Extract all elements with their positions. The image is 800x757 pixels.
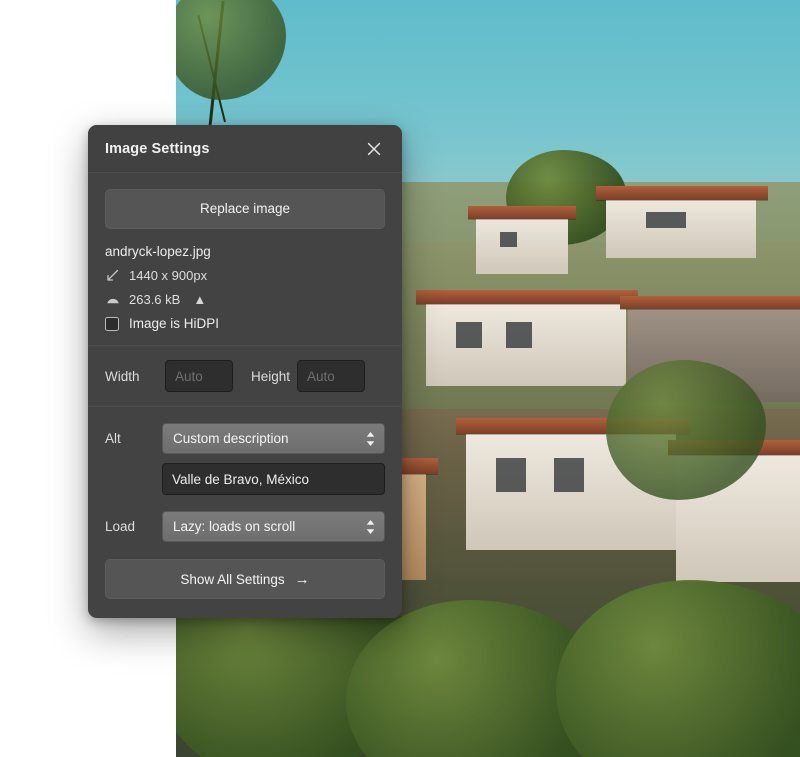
panel-title: Image Settings xyxy=(105,140,210,157)
arrow-right-icon: → xyxy=(294,570,310,588)
file-name: andryck-lopez.jpg xyxy=(105,244,211,259)
load-label: Load xyxy=(105,519,136,534)
replace-image-button[interactable]: Replace image xyxy=(105,189,385,229)
file-size-row: 263.6 kB ▲ xyxy=(105,290,385,309)
image-settings-panel: Image Settings Replace image andryck-lop… xyxy=(88,125,402,618)
window xyxy=(554,458,584,492)
width-input[interactable] xyxy=(165,360,233,392)
window xyxy=(506,322,532,348)
building-roof xyxy=(468,206,576,219)
window xyxy=(456,322,482,348)
file-section: Replace image andryck-lopez.jpg 1440 x 9… xyxy=(88,173,402,346)
show-all-settings-button[interactable]: Show All Settings → xyxy=(105,559,385,599)
window xyxy=(500,232,517,247)
gauge-icon xyxy=(105,292,120,307)
panel-header: Image Settings xyxy=(88,125,402,173)
panel-footer: Show All Settings → xyxy=(88,542,402,618)
file-metadata: andryck-lopez.jpg 1440 x 900px 263.6 kB … xyxy=(105,244,385,331)
file-dimensions-row: 1440 x 900px xyxy=(105,266,385,285)
width-label: Width xyxy=(105,368,140,384)
screenshot-root: Image Settings Replace image andryck-lop… xyxy=(0,0,800,757)
alt-text-row xyxy=(88,454,402,495)
load-select[interactable]: Lazy: loads on scroll xyxy=(162,511,385,542)
hidpi-label: Image is HiDPI xyxy=(129,316,220,331)
load-select-wrap: Lazy: loads on scroll xyxy=(162,511,385,542)
size-section: Width Height xyxy=(88,346,402,407)
file-size-value: 263.6 kB xyxy=(129,292,181,307)
alt-select-wrap: Custom description xyxy=(162,423,385,454)
alt-section: Alt Custom description xyxy=(88,407,402,454)
window xyxy=(646,212,686,228)
resize-diagonal-icon xyxy=(105,268,120,283)
alt-label: Alt xyxy=(105,431,121,446)
foreground-foliage xyxy=(556,580,800,757)
alt-description-input[interactable] xyxy=(162,463,385,495)
building-roof xyxy=(620,296,800,309)
height-label: Height xyxy=(251,368,291,384)
window xyxy=(496,458,526,492)
file-dimensions-value: 1440 x 900px xyxy=(129,268,208,283)
triangle-up-icon: ▲ xyxy=(193,292,207,307)
load-section: Load Lazy: loads on scroll xyxy=(88,495,402,542)
building-roof xyxy=(416,290,638,304)
alt-select[interactable]: Custom description xyxy=(162,423,385,454)
close-icon[interactable] xyxy=(362,137,386,161)
show-all-settings-label: Show All Settings xyxy=(180,571,285,587)
hidpi-checkbox[interactable] xyxy=(105,316,119,331)
height-input[interactable] xyxy=(297,360,365,392)
building-wall xyxy=(476,214,568,274)
building-roof xyxy=(596,186,768,200)
hidpi-checkbox-row[interactable]: Image is HiDPI xyxy=(105,316,385,331)
